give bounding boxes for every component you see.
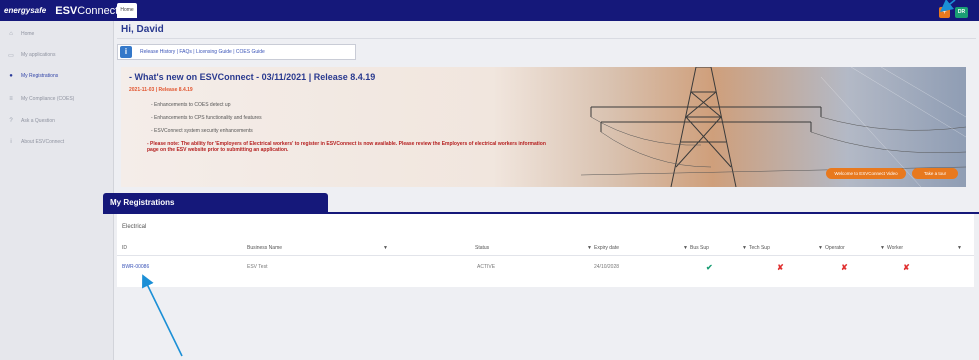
sidebar-item-label: My Registrations	[21, 73, 59, 79]
user-menu-button[interactable]: DR	[955, 7, 968, 18]
cross-icon: ✘	[777, 263, 784, 272]
home-icon: ⌂	[9, 31, 13, 37]
sidebar-item-label: Ask a Question	[21, 118, 55, 124]
sort-icon[interactable]: ▼	[957, 240, 962, 256]
column-header: Status	[475, 245, 490, 251]
column-header: Operator	[825, 245, 845, 251]
folder-icon: ▭	[8, 52, 14, 59]
welcome-video-button[interactable]: Welcome to ESVConnect Video	[826, 168, 906, 179]
sidebar-item-applications[interactable]: ▭ My applications	[0, 45, 114, 65]
sidebar-item-registrations[interactable]: ● My Registrations	[0, 66, 114, 86]
sidebar-item-label: My applications	[21, 52, 56, 58]
column-header: ID	[122, 245, 127, 251]
sidebar-item-home[interactable]: ⌂ Home	[0, 24, 114, 44]
brand-connect: Connect	[77, 4, 119, 17]
brand-energysafe: energysafe	[4, 6, 47, 15]
sort-icon[interactable]: ▼	[742, 240, 747, 256]
cross-icon: ✘	[841, 263, 848, 272]
registrations-tab-label: My Registrations	[110, 198, 175, 207]
document-icon: ≡	[9, 96, 13, 102]
registration-category: Electrical	[122, 224, 147, 230]
sort-icon[interactable]: ▼	[587, 240, 592, 256]
info-icon: i	[120, 46, 132, 58]
sidebar-item-ask-question[interactable]: ? Ask a Question	[0, 111, 114, 131]
help-links[interactable]: Release History | FAQs | Licensing Guide…	[140, 45, 265, 60]
banner-note: - Please note: The ability for 'Employer…	[147, 141, 546, 153]
banner-release: 2021-11-03 | Release 8.4.19	[129, 87, 193, 93]
question-icon: ?	[9, 118, 13, 124]
sort-icon[interactable]: ▼	[683, 240, 688, 256]
sidebar-item-label: My Compliance (COES)	[21, 96, 75, 102]
brand-esv: ESV	[55, 4, 78, 17]
brand-logo[interactable]: energysafe ESV Connect	[0, 0, 118, 21]
sort-icon[interactable]: ▼	[818, 240, 823, 256]
column-header: Worker	[887, 245, 904, 251]
registrations-tab[interactable]: My Registrations	[103, 193, 328, 212]
column-header: Business Name	[247, 245, 283, 251]
sidebar-item-label: About ESVConnect	[21, 139, 65, 145]
banner-item: - Enhancements to COES detect up	[151, 102, 231, 108]
banner-item: - Enhancements to CPS functionality and …	[151, 115, 262, 121]
column-header: Tech Sup	[749, 245, 770, 251]
sidebar-item-about[interactable]: i About ESVConnect	[0, 132, 114, 152]
status-value: ACTIVE	[477, 264, 496, 270]
column-header: Bus Sup	[690, 245, 709, 251]
page-greeting: Hi, David	[121, 24, 164, 35]
annotation-arrow-id	[142, 274, 183, 357]
expiry-date: 24/10/2028	[594, 264, 620, 270]
sort-icon[interactable]: ▼	[880, 240, 885, 256]
help-links-bar: i Release History | FAQs | Licensing Gui…	[117, 44, 356, 60]
business-name: ESV Test	[247, 264, 268, 270]
banner-item: - ESVConnect system security enhancement…	[151, 128, 253, 134]
table-row: BWR-00086 ESV Test ACTIVE 24/10/2028 ✔ ✘…	[117, 256, 974, 279]
registration-id-link[interactable]: BWR-00086	[122, 256, 149, 279]
tab-home[interactable]: Home	[117, 3, 137, 18]
info-icon: i	[10, 139, 12, 145]
top-bar: energysafe ESV Connect Home + DR	[0, 0, 979, 21]
check-icon: ✔	[706, 263, 713, 272]
cross-icon: ✘	[903, 263, 910, 272]
pin-icon: ●	[9, 73, 13, 79]
sidebar-item-label: Home	[21, 31, 35, 37]
column-header: Expiry date	[594, 245, 620, 251]
whats-new-banner: - What's new on ESVConnect - 03/11/2021 …	[121, 67, 966, 187]
sort-icon[interactable]: ▼	[383, 240, 388, 256]
table-header: ID Business Name ▼ Status ▼ Expiry date …	[117, 240, 974, 256]
sidebar-item-compliance[interactable]: ≡ My Compliance (COES)	[0, 89, 114, 109]
quick-action-button[interactable]: +	[939, 7, 950, 18]
divider	[117, 38, 976, 39]
banner-title: - What's new on ESVConnect - 03/11/2021 …	[129, 72, 376, 82]
sidebar: ⌂ Home ▭ My applications ● My Registrati…	[0, 21, 114, 360]
take-tour-button[interactable]: Take a tour	[912, 168, 958, 179]
